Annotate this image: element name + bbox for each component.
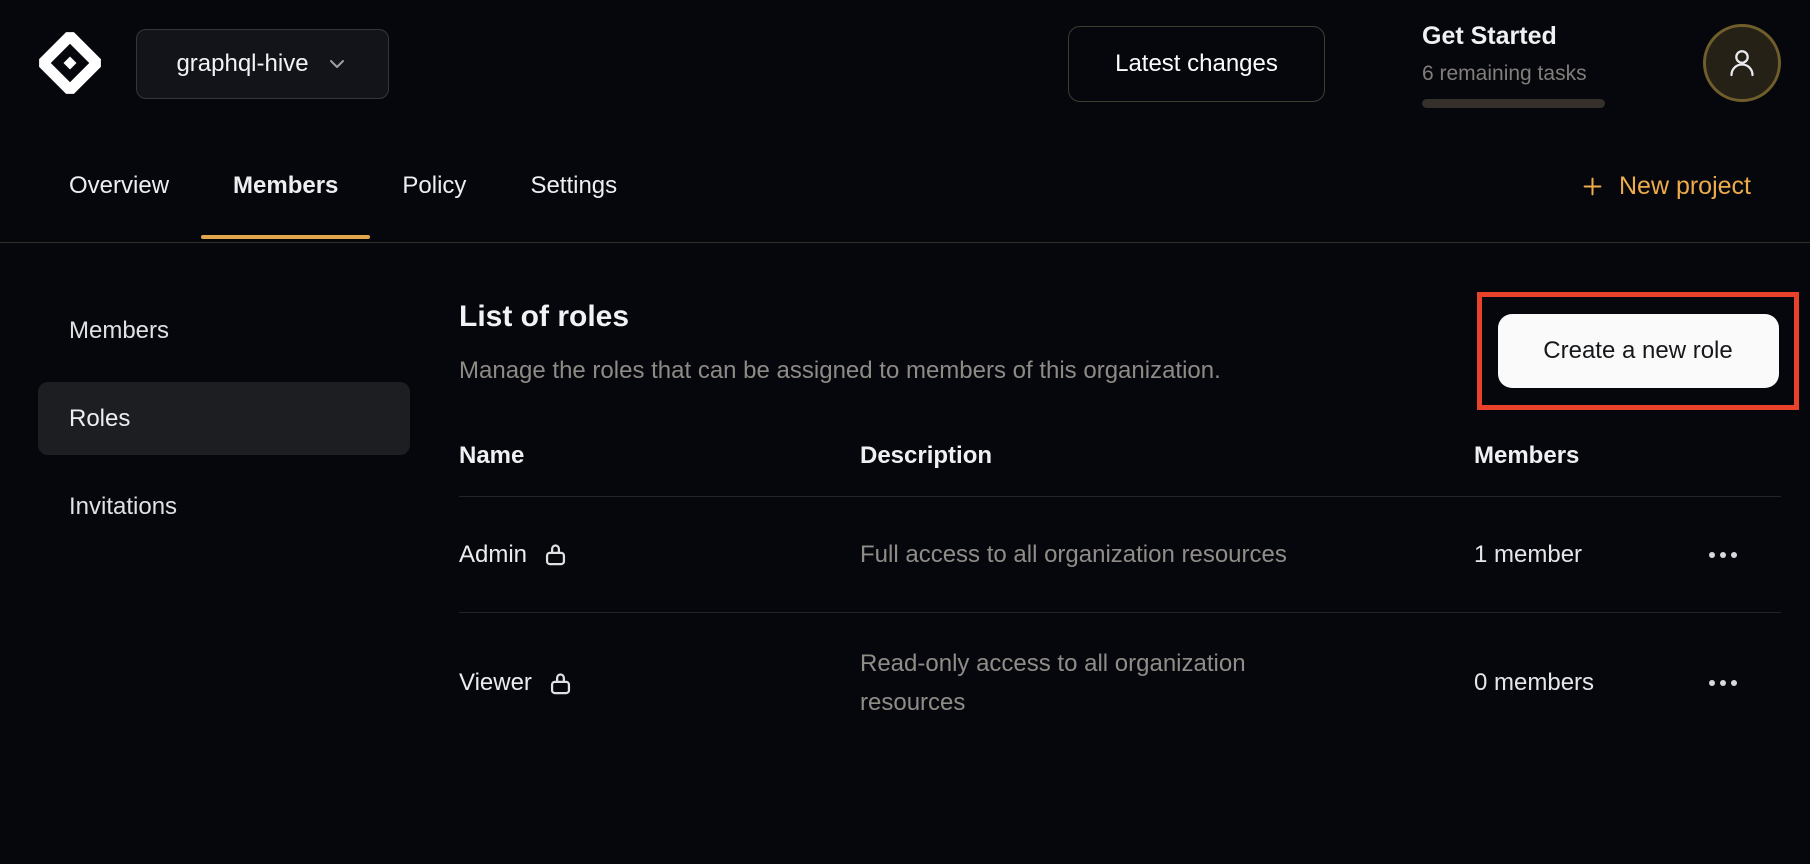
row-menu-ellipsis-icon[interactable] [1705,670,1741,696]
members-section-sidebar: Members Roles Invitations [38,294,410,558]
sidebar-item-roles-label: Roles [69,405,130,433]
tabs: Overview Members Policy Settings [37,130,649,242]
get-started-remaining-tasks: 6 remaining tasks [1422,62,1587,86]
tab-members-label: Members [233,172,338,200]
chevron-down-icon [325,52,349,76]
hive-logo-icon [37,30,103,96]
lock-icon [547,670,574,697]
sidebar-item-invitations[interactable]: Invitations [38,470,410,543]
column-header-members: Members [1474,442,1705,496]
get-started-progress-bar [1422,99,1605,108]
new-project-button[interactable]: New project [1579,130,1751,242]
tab-settings-label: Settings [530,172,617,200]
tab-overview[interactable]: Overview [37,130,201,242]
role-name-cell: Admin [459,541,860,569]
user-avatar[interactable] [1703,24,1781,102]
tab-policy[interactable]: Policy [370,130,498,242]
latest-changes-button[interactable]: Latest changes [1068,26,1325,102]
get-started-title: Get Started [1422,22,1557,51]
org-tab-bar: Overview Members Policy Settings New pro… [0,130,1810,243]
role-name: Admin [459,541,527,569]
tab-members[interactable]: Members [201,130,370,242]
lock-icon [542,541,569,568]
roles-table: Name Description Members Admin Full acce… [459,430,1781,753]
create-new-role-button[interactable]: Create a new role [1498,314,1779,388]
tab-policy-label: Policy [402,172,466,200]
user-icon [1724,45,1760,81]
row-menu-ellipsis-icon[interactable] [1705,542,1741,568]
tab-settings[interactable]: Settings [498,130,649,242]
table-row-admin: Admin Full access to all organization re… [459,497,1781,613]
sidebar-item-members[interactable]: Members [38,294,410,367]
role-description: Full access to all organization resource… [860,535,1330,574]
column-header-description: Description [860,442,1474,496]
new-project-label: New project [1619,172,1751,201]
sidebar-item-members-label: Members [69,317,169,345]
sidebar-item-invitations-label: Invitations [69,493,177,521]
latest-changes-label: Latest changes [1115,50,1278,78]
sidebar-item-roles[interactable]: Roles [38,382,410,455]
page-subtitle: Manage the roles that can be assigned to… [459,357,1221,385]
plus-icon [1579,173,1606,200]
annotation-highlight-rectangle: Create a new role [1477,292,1799,410]
page-title: List of roles [459,300,629,334]
org-selector-dropdown[interactable]: graphql-hive [136,29,389,99]
role-name-cell: Viewer [459,669,860,697]
tab-overview-label: Overview [69,172,169,200]
table-row-viewer: Viewer Read-only access to all organizat… [459,613,1781,753]
role-description: Read-only access to all organization res… [860,644,1330,722]
org-selector-label: graphql-hive [176,50,308,78]
role-member-count: 1 member [1474,541,1705,569]
roles-table-header: Name Description Members [459,430,1781,497]
get-started-widget[interactable]: Get Started 6 remaining tasks [1422,20,1622,112]
role-name: Viewer [459,669,532,697]
role-member-count: 0 members [1474,669,1705,697]
column-header-name: Name [459,442,860,496]
